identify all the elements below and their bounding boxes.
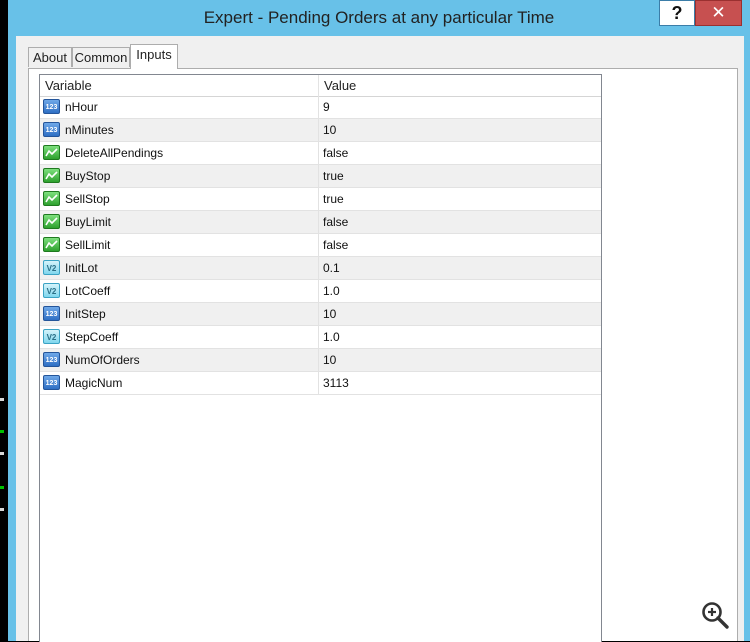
table-row[interactable]: 123 InitStep 10 <box>40 303 601 326</box>
table-row[interactable]: V2 LotCoeff 1.0 <box>40 280 601 303</box>
title-bar[interactable]: Expert - Pending Orders at any particula… <box>8 0 750 36</box>
variable-name: LotCoeff <box>65 284 111 298</box>
variable-cell: DeleteAllPendings <box>40 142 319 164</box>
value-cell[interactable]: 10 <box>319 303 601 325</box>
table-row[interactable]: BuyStop true <box>40 165 601 188</box>
variable-cell: BuyStop <box>40 165 319 187</box>
value-cell[interactable]: 1.0 <box>319 280 601 302</box>
table-row[interactable]: 123 NumOfOrders 10 <box>40 349 601 372</box>
chart-mark <box>0 452 4 455</box>
variable-name: MagicNum <box>65 376 123 390</box>
table-row[interactable]: V2 StepCoeff 1.0 <box>40 326 601 349</box>
variable-cell: BuyLimit <box>40 211 319 233</box>
double-icon: V2 <box>43 260 60 275</box>
variable-name: BuyStop <box>65 169 111 183</box>
variable-cell: 123 nMinutes <box>40 119 319 141</box>
chart-mark <box>0 486 4 489</box>
variable-name: InitLot <box>65 261 98 275</box>
chart-mark <box>0 508 4 511</box>
value-cell[interactable]: 10 <box>319 119 601 141</box>
variable-name: nMinutes <box>65 123 114 137</box>
table-row[interactable]: 123 MagicNum 3113 <box>40 372 601 395</box>
window-title: Expert - Pending Orders at any particula… <box>203 8 555 27</box>
variable-name: DeleteAllPendings <box>65 146 164 160</box>
double-icon: V2 <box>43 283 60 298</box>
help-button[interactable]: ? <box>659 0 695 26</box>
variable-cell: SellLimit <box>40 234 319 256</box>
zoom-in-icon[interactable] <box>700 600 730 630</box>
variable-cell: 123 NumOfOrders <box>40 349 319 371</box>
boolean-icon <box>43 214 60 229</box>
value-cell[interactable]: false <box>319 142 601 164</box>
variable-cell: SellStop <box>40 188 319 210</box>
variable-name: NumOfOrders <box>65 353 140 367</box>
double-icon: V2 <box>43 329 60 344</box>
variable-name: SellLimit <box>65 238 111 252</box>
value-cell[interactable]: false <box>319 211 601 233</box>
value-cell[interactable]: 3113 <box>319 372 601 394</box>
table-row[interactable]: SellLimit false <box>40 234 601 257</box>
value-cell[interactable]: 10 <box>319 349 601 371</box>
variable-cell: V2 LotCoeff <box>40 280 319 302</box>
integer-icon: 123 <box>43 122 60 137</box>
table-row[interactable]: BuyLimit false <box>40 211 601 234</box>
value-cell[interactable]: 0.1 <box>319 257 601 279</box>
variable-cell: 123 nHour <box>40 96 319 118</box>
grid-header: Variable Value <box>40 75 601 97</box>
integer-icon: 123 <box>43 375 60 390</box>
table-row[interactable]: V2 InitLot 0.1 <box>40 257 601 280</box>
dialog-client-area: About Common Inputs Variable Value 123 nH… <box>16 36 744 642</box>
grid-rows: 123 nHour 9 123 nMinutes 10 DeleteAllPendings f… <box>40 96 601 395</box>
variable-cell: 123 InitStep <box>40 303 319 325</box>
value-cell[interactable]: true <box>319 188 601 210</box>
expert-dialog: Expert - Pending Orders at any particula… <box>8 0 750 642</box>
variable-cell: V2 StepCoeff <box>40 326 319 348</box>
variable-name: SellStop <box>65 192 110 206</box>
table-row[interactable]: 123 nMinutes 10 <box>40 119 601 142</box>
value-cell[interactable]: true <box>319 165 601 187</box>
boolean-icon <box>43 145 60 160</box>
value-cell[interactable]: 1.0 <box>319 326 601 348</box>
tab-inputs[interactable]: Inputs <box>130 44 178 69</box>
boolean-icon <box>43 191 60 206</box>
variable-name: BuyLimit <box>65 215 112 229</box>
variable-name: InitStep <box>65 307 106 321</box>
background-chart-strip <box>0 0 8 641</box>
column-header-variable[interactable]: Variable <box>40 75 319 96</box>
integer-icon: 123 <box>43 306 60 321</box>
integer-icon: 123 <box>43 352 60 367</box>
inputs-grid: Variable Value 123 nHour 9 123 nMinutes 10 Del… <box>39 74 602 642</box>
boolean-icon <box>43 168 60 183</box>
table-row[interactable]: DeleteAllPendings false <box>40 142 601 165</box>
value-cell[interactable]: 9 <box>319 96 601 118</box>
inputs-panel: Variable Value 123 nHour 9 123 nMinutes 10 Del… <box>28 68 738 642</box>
value-cell[interactable]: false <box>319 234 601 256</box>
variable-name: nHour <box>65 100 98 114</box>
chart-mark <box>0 430 4 433</box>
variable-name: StepCoeff <box>65 330 119 344</box>
column-header-value[interactable]: Value <box>319 75 601 96</box>
tab-about[interactable]: About <box>28 47 72 67</box>
table-row[interactable]: SellStop true <box>40 188 601 211</box>
tab-common[interactable]: Common <box>72 47 130 67</box>
chart-mark <box>0 398 4 401</box>
variable-cell: V2 InitLot <box>40 257 319 279</box>
close-button[interactable]: ✕ <box>695 0 742 26</box>
boolean-icon <box>43 237 60 252</box>
variable-cell: 123 MagicNum <box>40 372 319 394</box>
table-row[interactable]: 123 nHour 9 <box>40 96 601 119</box>
integer-icon: 123 <box>43 99 60 114</box>
